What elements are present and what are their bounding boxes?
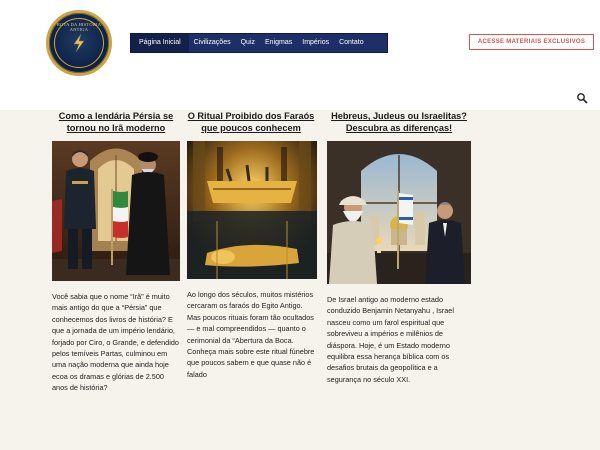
pharaoh-ritual-illustration (187, 141, 317, 279)
article-title-pharaohs[interactable]: O Ritual Proibido dos Faraós que poucos … (187, 110, 315, 138)
article-excerpt-hebrews: De Israel antigo ao moderno estado condu… (327, 295, 454, 384)
nav-item-contact[interactable]: Contato (334, 34, 369, 52)
lightning-icon (73, 33, 85, 53)
nav-item-enigmas[interactable]: Enigmas (260, 34, 297, 52)
article-title-hebrews[interactable]: Hebreus, Judeus ou Israelitas? Descubra … (327, 110, 471, 138)
article-title-persia[interactable]: Como a lendária Pérsia se tornou no Irã … (52, 110, 180, 138)
israel-illustration (327, 141, 471, 284)
nav-item-home[interactable]: Página Inicial (131, 34, 189, 52)
article-card-pharaohs: O Ritual Proibido dos Faraós que poucos … (187, 110, 317, 380)
site-logo[interactable]: ROTA DA HISTÓRIA ANTIGA (46, 10, 112, 76)
search-bar (0, 88, 600, 110)
article-excerpt-pharaohs: Ao longo dos séculos, muitos mistérios c… (187, 290, 315, 379)
article-image-hebrews[interactable] (327, 141, 471, 284)
logo-text: ROTA DA HISTÓRIA ANTIGA (56, 22, 102, 32)
persia-illustration (52, 141, 180, 281)
nav-item-quiz[interactable]: Quiz (236, 34, 260, 52)
article-card-persia: Como a lendária Pérsia se tornou no Irã … (52, 110, 180, 394)
article-card-hebrews: Hebreus, Judeus ou Israelitas? Descubra … (327, 110, 471, 385)
nav-item-civilizations[interactable]: Civilizações (189, 34, 236, 52)
search-icon[interactable] (576, 92, 588, 104)
nav-item-empires[interactable]: Impérios (297, 34, 334, 52)
main-nav: Página Inicial Civilizações Quiz Enigmas… (130, 33, 388, 53)
article-image-persia[interactable] (52, 141, 180, 281)
exclusive-materials-button[interactable]: ACESSE MATERIAIS EXCLUSIVOS (469, 34, 594, 50)
article-image-pharaohs[interactable] (187, 141, 317, 279)
article-excerpt-persia: Você sabia que o nome “Irã” é muito mais… (52, 292, 179, 393)
